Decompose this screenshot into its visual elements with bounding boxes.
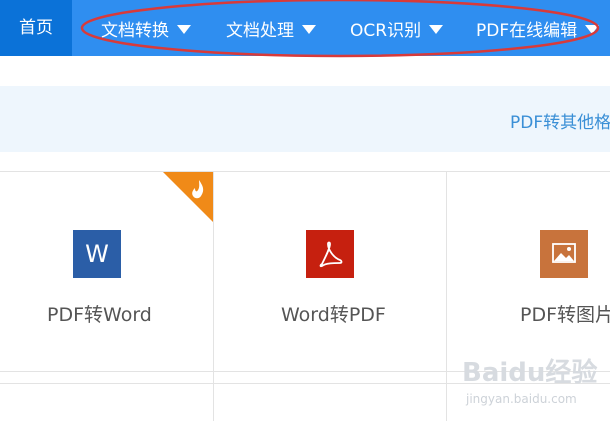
nav-item-pdf-edit[interactable]: PDF在线编辑 [476,0,600,56]
card-pdf-to-image[interactable]: PDF转图片 [447,172,610,370]
card-word-to-pdf[interactable]: Word转PDF [214,172,446,370]
watermark-brand: Baidu经验 [462,358,598,388]
word-icon: W [73,230,121,278]
nav-item-doc-convert[interactable]: 文档转换 [101,0,191,56]
caret-down-icon [429,24,444,34]
banner-link-pdf-to-other[interactable]: PDF转其他格式 [510,108,610,133]
card-label: PDF转图片 [520,304,610,326]
baidu-watermark: Baidu经验 jingyan.baidu.com [462,352,602,412]
caret-down-icon [302,24,316,34]
top-nav: 首页 文档转换 文档处理 OCR识别 PDF在线编辑 [0,0,610,58]
nav-item-label: PDF在线编辑 [476,20,578,41]
acrobat-icon [306,230,354,278]
nav-item-label: 文档转换 [101,20,169,41]
nav-item-ocr[interactable]: OCR识别 [350,0,444,56]
card-label: Word转PDF [281,304,386,326]
hot-flame-icon [163,172,213,222]
image-icon [540,230,588,278]
nav-item-label: 文档处理 [226,20,294,41]
caret-down-icon [585,24,600,34]
nav-item-label: OCR识别 [350,20,422,41]
watermark-url: jingyan.baidu.com [466,392,577,406]
card-label: PDF转Word [47,304,152,326]
nav-home[interactable]: 首页 [0,0,72,56]
nav-item-doc-process[interactable]: 文档处理 [226,0,316,56]
caret-down-icon [177,24,191,34]
